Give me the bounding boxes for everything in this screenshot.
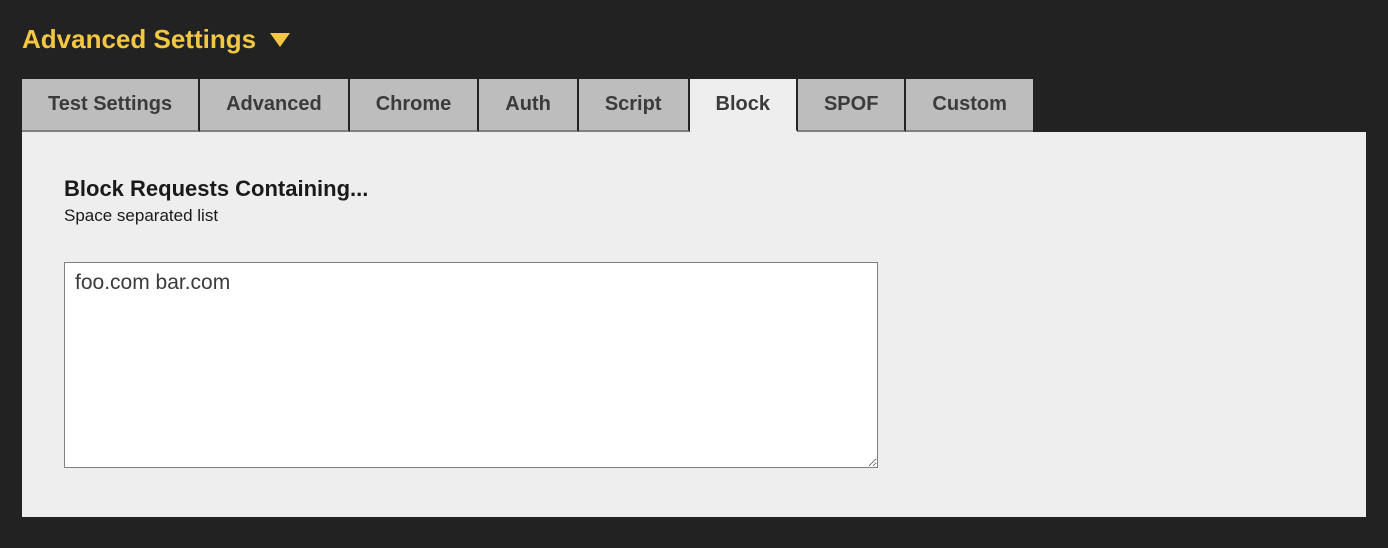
page-title: Advanced Settings: [22, 24, 256, 55]
block-panel: Block Requests Containing... Space separ…: [22, 132, 1366, 517]
section-subtitle: Space separated list: [64, 206, 1326, 226]
advanced-settings-header[interactable]: Advanced Settings: [0, 0, 1388, 79]
tab-chrome[interactable]: Chrome: [350, 79, 480, 132]
tab-auth[interactable]: Auth: [479, 79, 579, 132]
tab-test-settings[interactable]: Test Settings: [22, 79, 200, 132]
tab-advanced[interactable]: Advanced: [200, 79, 350, 132]
caret-down-icon: [270, 33, 290, 47]
block-requests-input[interactable]: [64, 262, 878, 468]
tab-script[interactable]: Script: [579, 79, 690, 132]
tabs-row: Test Settings Advanced Chrome Auth Scrip…: [0, 79, 1388, 132]
section-title: Block Requests Containing...: [64, 176, 1326, 202]
tab-block[interactable]: Block: [690, 79, 798, 132]
tab-custom[interactable]: Custom: [906, 79, 1032, 132]
tab-spof[interactable]: SPOF: [798, 79, 906, 132]
